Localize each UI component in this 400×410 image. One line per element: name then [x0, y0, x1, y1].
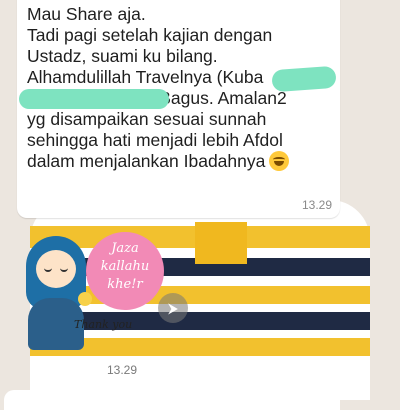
forward-button[interactable]: ⮞ [158, 293, 188, 323]
sticker-text-line: khe!r [107, 277, 143, 292]
incoming-message-bubble[interactable]: Mau Share aja. Tadi pagi setelah kajian … [17, 0, 340, 218]
photo-pocket [195, 222, 247, 264]
sticker-timestamp: 13.29 [97, 358, 147, 382]
message-line-last: dalam menjalankan Ibadahnya [27, 151, 328, 172]
sticker-text-circle: Jaza kallahu khe!r [86, 232, 164, 310]
forward-icon: ⮞ [167, 300, 179, 316]
sticker-text-line: kallahu [100, 259, 150, 274]
flower-icon [78, 292, 92, 306]
redaction-mark [271, 65, 337, 93]
message-line: Ustadz, suami ku bilang. [27, 46, 218, 66]
message-line: yg disampaikan sesuai sunnah [27, 109, 267, 129]
smiling-face-emoji-icon [269, 151, 290, 171]
message-line: Mau Share aja. [27, 4, 146, 24]
thank-you-sticker[interactable]: Jaza kallahu khe!r Thank you [18, 228, 164, 350]
message-line: Tadi pagi setelah kajian dengan [27, 25, 273, 45]
redaction-mark [19, 89, 169, 109]
message-line: dalam menjalankan Ibadahnya [27, 151, 266, 171]
sticker-time-label: 13.29 [106, 363, 138, 377]
message-timestamp: 13.29 [301, 198, 332, 212]
sticker-caption: Thank you [74, 318, 133, 331]
message-line: sehingga hati menjadi lebih Afdol [27, 130, 283, 150]
next-message-bubble[interactable] [4, 390, 340, 410]
sticker-text-line: Jaza [111, 241, 139, 256]
sticker-face [36, 250, 76, 288]
